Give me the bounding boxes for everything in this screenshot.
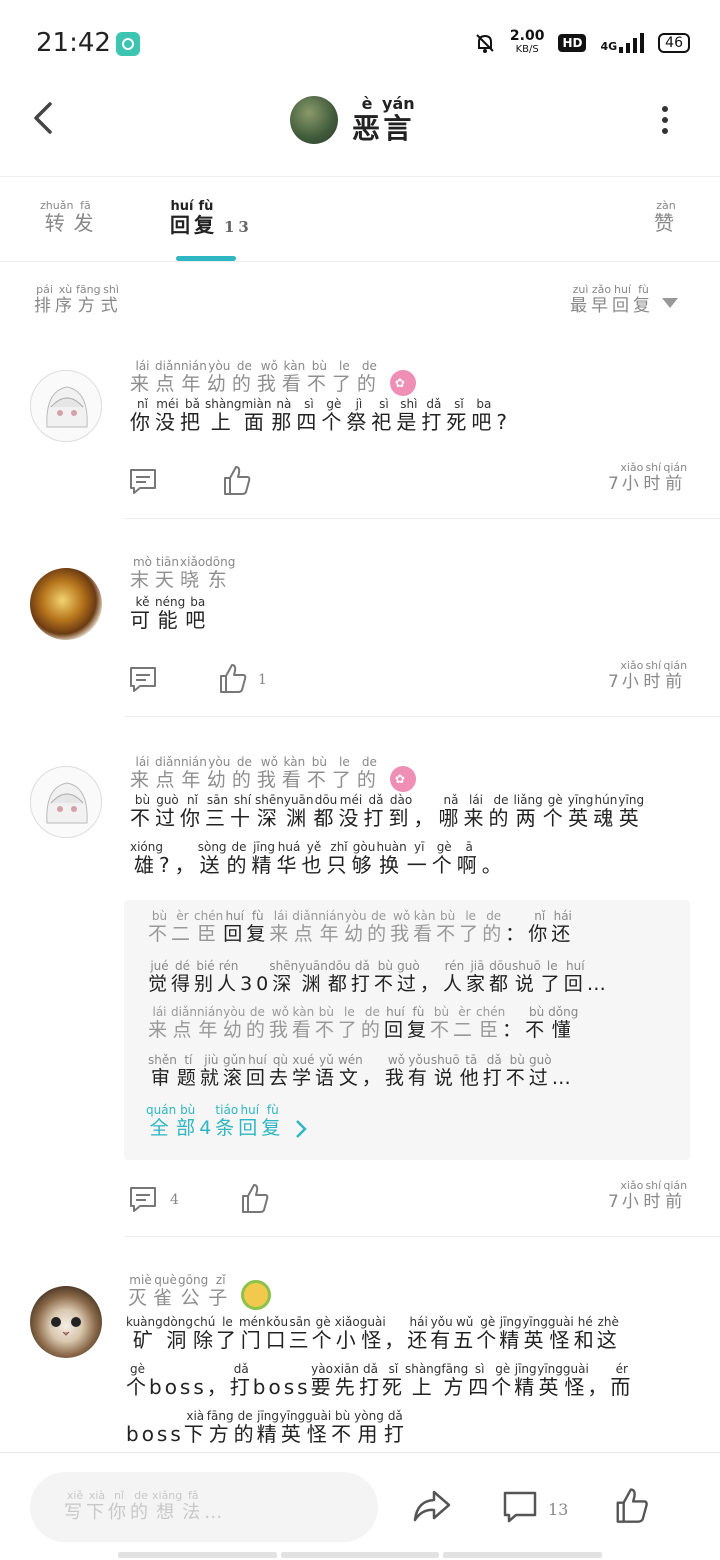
battery-icon: 46 xyxy=(658,33,690,53)
home-indicator xyxy=(118,1552,603,1558)
reply-author: 来lái点diǎn年nián幼yòu的de我wǒ看kàn不bù了le的de xyxy=(148,1005,384,1041)
divider xyxy=(0,261,720,262)
app-notification-icon xyxy=(116,32,140,56)
status-time: 21:42 xyxy=(36,28,111,58)
like-icon[interactable] xyxy=(614,1486,650,1524)
user-badge-icon xyxy=(241,1280,272,1310)
divider xyxy=(0,176,720,177)
back-icon[interactable] xyxy=(24,94,64,142)
reply-icon[interactable] xyxy=(128,466,158,496)
hd-icon: HD xyxy=(558,34,587,52)
more-menu-icon[interactable] xyxy=(650,100,680,140)
comment-author[interactable]: 来lái点diǎn年nián幼yòu的de我wǒ看kàn不bù了le的de ✿ xyxy=(130,359,416,396)
divider xyxy=(124,1236,720,1237)
comment-count: 13 xyxy=(548,1500,569,1519)
tab-replies-label: 回huí复fù xyxy=(170,199,218,237)
reply-count: 4 xyxy=(170,1192,179,1208)
sort-dropdown[interactable]: 最zuì早zǎo回huí复fù xyxy=(570,283,678,316)
sort-label: 排pái序xù方fāng式shì xyxy=(34,283,122,316)
reply-author: 不bù二èr臣chén xyxy=(148,909,224,945)
reply-target: 来lái点diǎn年nián幼yòu的de我wǒ看kàn不bù了le的de xyxy=(269,909,506,945)
tab-likes-label: 赞zàn xyxy=(654,199,678,235)
comment-time: 7小xiǎo时shí前qián xyxy=(608,1179,688,1212)
sort-value: 最zuì早zǎo回huí复fù xyxy=(570,283,654,316)
anime-avatar-icon xyxy=(46,386,88,428)
net-speed: 2.00 KB/S xyxy=(509,28,545,56)
comment-input-placeholder: 写xiě下xià你nǐ的de想xiǎng法fǎ… xyxy=(64,1489,227,1523)
reply-item[interactable]: 来lái点diǎn年nián幼yòu的de我wǒ看kàn不bù了le的de回hu… xyxy=(148,1005,579,1052)
avatar[interactable] xyxy=(30,370,102,442)
tab-likes[interactable]: 赞zàn xyxy=(654,199,678,236)
comment-line: 你nǐ没méi把bǎ上shàng面miàn那nà四sì个gè祭jì祀sì是shì… xyxy=(130,397,513,434)
page-title: 恶è言yán xyxy=(352,94,415,145)
comment-text: 可kě能néng吧ba xyxy=(130,595,211,643)
tab-replies[interactable]: 回huí复fù 13 xyxy=(170,199,253,238)
reply-text: ：你nǐ还hái xyxy=(505,909,575,945)
reply-verb: 回huí复fù xyxy=(383,1005,430,1041)
user-badge-icon: ✿ xyxy=(389,766,416,792)
comment-author[interactable]: 灭miè雀què公gōng子zǐ xyxy=(128,1273,272,1310)
net-speed-unit: KB/S xyxy=(515,44,539,55)
comment-author-name: 来lái点diǎn年nián幼yòu的de我wǒ看kàn不bù了le的de xyxy=(130,359,382,395)
chevron-down-icon xyxy=(662,298,678,308)
comment-line: 不bù过guò你nǐ三sān十shí深shēn渊yuān都dōu没méi打dǎ到… xyxy=(130,793,645,830)
avatar[interactable] xyxy=(30,1286,102,1358)
comment-author-name[interactable]: 末mò天tiān晓xiǎo东dōng xyxy=(130,555,235,592)
user-badge-icon: ✿ xyxy=(389,370,416,396)
comment-line: 个gèboss，打dǎboss要yào先xiān打dǎ死sǐ上shàng方fān… xyxy=(126,1362,634,1399)
reply-text[interactable]: 觉jué得dé别bié人rén30深shēn渊yuān都dōu打dǎ不bù过gu… xyxy=(148,959,610,1006)
view-all-replies-label: 全quán部bù4条tiáo回huí复fù xyxy=(146,1103,285,1139)
anime-avatar-icon xyxy=(46,782,88,824)
comment-line: 雄xióng?，送sòng的de精jīng华huá也yě只zhǐ够gòu换huà… xyxy=(130,840,507,877)
chevron-right-icon xyxy=(296,1120,308,1138)
tab-forward[interactable]: 转zhuǎn发fā xyxy=(40,199,98,236)
like-icon[interactable] xyxy=(218,662,248,694)
divider xyxy=(0,1452,720,1453)
status-icons: 2.00 KB/S HD 4G 46 xyxy=(474,28,690,56)
comment-time: 7小xiǎo时shí前qián xyxy=(608,461,688,494)
reply-text: ：不bù懂dǒng xyxy=(502,1005,579,1041)
comment-author-name: 来lái点diǎn年nián幼yòu的de我wǒ看kàn不bù了le的de xyxy=(130,755,382,791)
view-all-replies-link[interactable]: 全quán部bù4条tiáo回huí复fù xyxy=(146,1103,308,1140)
divider xyxy=(124,716,720,717)
net-speed-value: 2.00 xyxy=(509,28,545,44)
comment-text: 你nǐ没méi把bǎ上shàng面miàn那nà四sì个gè祭jì祀sì是shì… xyxy=(130,397,700,445)
reply-icon[interactable] xyxy=(128,664,158,694)
reply-item[interactable]: 不bù二èr臣chén回huí复fù来lái点diǎn年nián幼yòu的de我… xyxy=(148,909,575,956)
reply-target: 不bù二èr臣chén xyxy=(429,1005,506,1041)
reply-verb: 回huí复fù xyxy=(223,909,270,945)
cat-avatar-icon xyxy=(51,1317,81,1336)
comment-time: 7小xiǎo时shí前qián xyxy=(608,659,688,692)
reply-icon[interactable] xyxy=(128,1184,158,1214)
comment-author[interactable]: 来lái点diǎn年nián幼yòu的de我wǒ看kàn不bù了le的de ✿ xyxy=(130,755,416,792)
tab-forward-label: 转zhuǎn发fā xyxy=(40,199,98,235)
like-count: 1 xyxy=(258,672,267,688)
tab-replies-count: 13 xyxy=(224,218,253,236)
like-icon[interactable] xyxy=(240,1182,270,1214)
network-type: 4G xyxy=(600,40,618,53)
avatar[interactable] xyxy=(30,568,102,640)
comment-line: boss下xià方fāng的de精jīng英yīng怪guài不bù用yòng打… xyxy=(126,1409,407,1446)
comment-author-name: 灭miè雀què公gōng子zǐ xyxy=(128,1273,234,1309)
mute-bell-icon xyxy=(476,34,494,53)
comment-icon[interactable] xyxy=(502,1490,538,1524)
signal-icon: 4G xyxy=(600,33,645,53)
comment-text: 矿kuàng洞dòng除chú了le门mén口kǒu三sān个gè小xiǎo怪g… xyxy=(126,1315,716,1457)
like-icon[interactable] xyxy=(222,464,252,496)
avatar[interactable] xyxy=(30,766,102,838)
comment-text: 不bù过guò你nǐ三sān十shí深shēn渊yuān都dōu没méi打dǎ到… xyxy=(130,793,710,888)
share-icon[interactable] xyxy=(412,1488,452,1524)
reply-text[interactable]: 审shěn题tí就jiù滚gǔn回huí去qù学xué语yǔ文wén，我wǒ有y… xyxy=(148,1053,575,1100)
comment-line: 矿kuàng洞dòng除chú了le门mén口kǒu三sān个gè小xiǎo怪g… xyxy=(126,1315,620,1352)
divider xyxy=(124,518,720,519)
user-avatar[interactable] xyxy=(290,96,338,144)
comment-line: 可kě能néng吧ba xyxy=(130,595,211,632)
